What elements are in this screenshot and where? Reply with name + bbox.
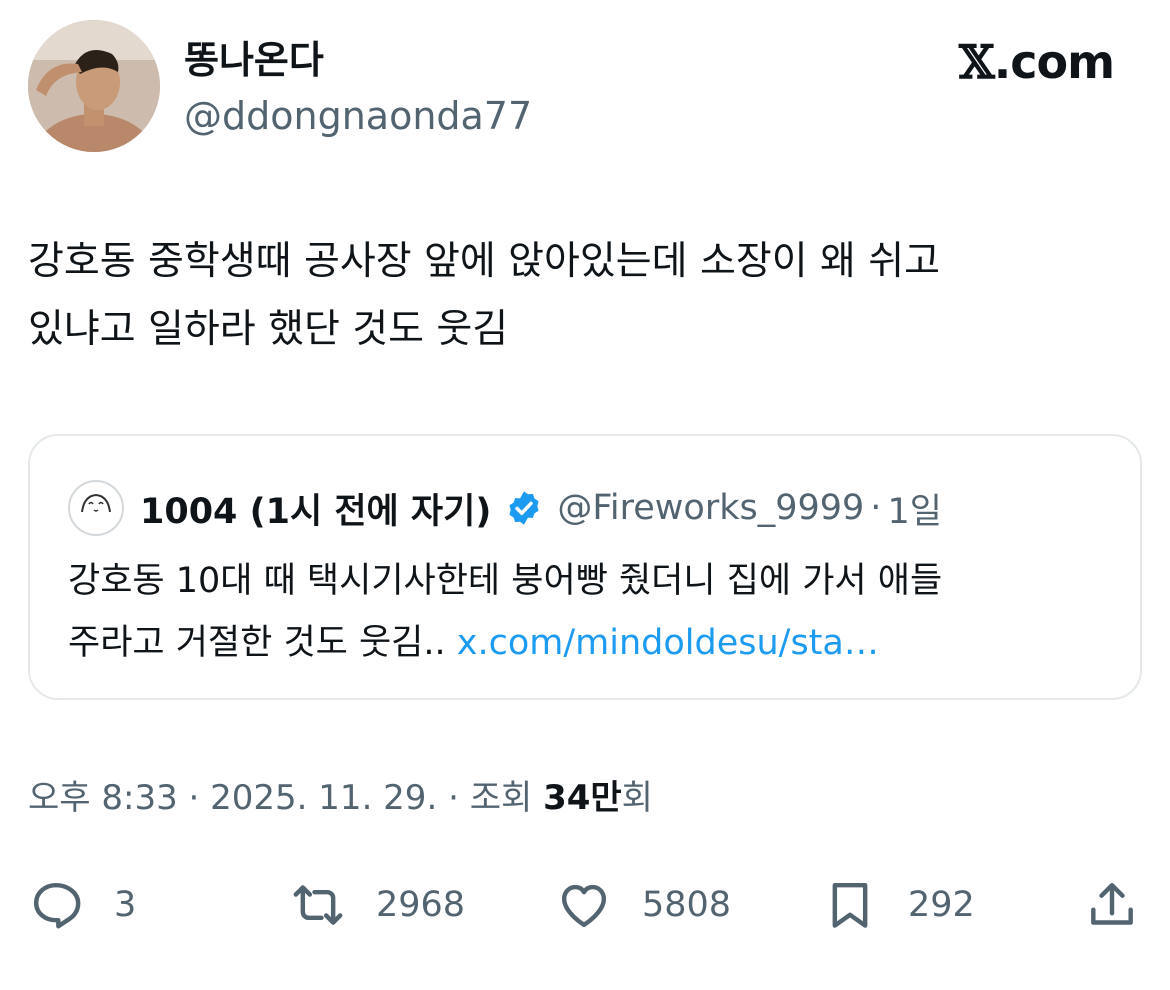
- quoted-tweet-link[interactable]: x.com/mindoldesu/sta…: [457, 623, 879, 663]
- verified-badge-icon: [509, 491, 539, 525]
- site-logo: 𝕏.com: [959, 35, 1115, 89]
- x-logo-icon: 𝕏: [959, 35, 995, 89]
- tweet-date[interactable]: 2025. 11. 29.: [210, 778, 437, 818]
- reply-icon: [33, 882, 81, 929]
- reply-button[interactable]: 3: [28, 870, 136, 940]
- share-button[interactable]: [1084, 870, 1140, 940]
- quoted-author-name[interactable]: 1004 (1시 전에 자기): [140, 483, 491, 534]
- author-avatar[interactable]: [28, 20, 160, 152]
- retweet-button[interactable]: 2968: [290, 870, 465, 940]
- quoted-tweet-time[interactable]: 1일: [887, 483, 941, 534]
- like-button[interactable]: 5808: [556, 870, 731, 940]
- quoted-author-avatar[interactable]: [68, 480, 124, 536]
- tweet-meta: 오후 8:33 · 2025. 11. 29. · 조회 34만회: [28, 774, 653, 822]
- bookmark-count: 292: [908, 885, 975, 925]
- action-bar: 3 2968 5808 292: [0, 870, 1170, 940]
- quoted-tweet-card[interactable]: 1004 (1시 전에 자기) @Fireworks_9999 · 1일 강호동…: [28, 434, 1142, 700]
- views-count: 34만: [543, 778, 622, 818]
- meta-separator: ·: [448, 778, 459, 818]
- site-logo-suffix: .com: [993, 35, 1115, 89]
- bookmark-button[interactable]: 292: [822, 870, 975, 940]
- retweet-count: 2968: [376, 885, 466, 925]
- bookmark-icon: [832, 882, 868, 928]
- author-display-name[interactable]: 똥나온다: [184, 36, 324, 84]
- author-handle[interactable]: @ddongnaonda77: [184, 92, 532, 140]
- retweet-icon: [293, 885, 343, 925]
- tweet-time[interactable]: 오후 8:33: [28, 778, 178, 818]
- quoted-tweet-text: 강호동 10대 때 택시기사한테 붕어빵 줬더니 집에 가서 애들 주라고 거절…: [68, 550, 1108, 674]
- meta-separator: ·: [188, 778, 200, 818]
- heart-icon: [561, 884, 607, 928]
- tweet-text: 강호동 중학생때 공사장 앞에 앉아있는데 소장이 왜 쉬고 있냐고 일하라 했…: [28, 239, 941, 352]
- quoted-author-handle[interactable]: @Fireworks_9999: [557, 488, 864, 528]
- like-count: 5808: [642, 885, 732, 925]
- views-label: 조회: [469, 778, 533, 818]
- quoted-tweet-header: 1004 (1시 전에 자기) @Fireworks_9999 · 1일: [140, 480, 942, 536]
- share-icon: [1091, 882, 1133, 925]
- quoted-separator: ·: [870, 488, 882, 528]
- views-suffix: 회: [621, 778, 653, 818]
- reply-count: 3: [114, 885, 137, 925]
